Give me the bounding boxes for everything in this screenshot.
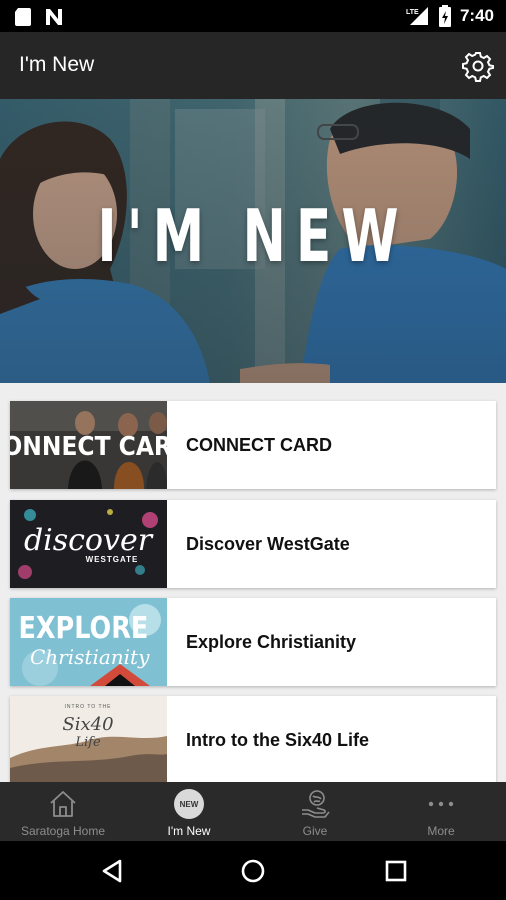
more-dots-icon — [428, 801, 454, 807]
connect-card-thumb-text: CONNECT CARD — [10, 431, 167, 461]
nav-item-more[interactable]: More — [378, 782, 504, 841]
home-circle-icon[interactable] — [237, 855, 269, 887]
discover-thumb-text: discover — [24, 523, 154, 558]
back-icon[interactable] — [96, 855, 128, 887]
nav-item-im-new[interactable]: NEW I'm New — [126, 782, 252, 841]
discover-thumbnail: discover WESTGATE — [10, 500, 167, 588]
list-item-label: Explore Christianity — [186, 632, 357, 652]
gear-icon[interactable] — [462, 50, 494, 82]
n-icon — [46, 9, 62, 25]
six40-thumbnail: INTRO TO THE Six40 Life — [10, 696, 167, 782]
list-item-intro-six40[interactable]: INTRO TO THE Six40 Life Intro to the Six… — [10, 696, 496, 782]
app-bar: I'm New — [0, 32, 506, 99]
status-left — [14, 7, 64, 27]
nav-label: Give — [302, 824, 328, 838]
list-item-connect-card[interactable]: CONNECT CARD CONNECT CARD — [10, 401, 496, 489]
list-item-label: Intro to the Six40 Life — [186, 730, 370, 750]
give-hand-icon — [302, 790, 330, 818]
discover-thumb-subtext: WESTGATE — [86, 555, 139, 564]
nav-label: Saratoga Home — [20, 824, 106, 838]
nav-item-saratoga-home[interactable]: Saratoga Home — [0, 782, 126, 841]
system-navigation-bar — [0, 841, 506, 900]
hero-banner: I'M NEW — [0, 99, 506, 383]
six40-thumb-text: Six40 — [62, 714, 113, 735]
lte-signal-icon: LTE — [406, 7, 428, 25]
list-item-label: CONNECT CARD — [186, 435, 332, 455]
six40-thumb-top: INTRO TO THE — [64, 704, 111, 710]
status-right: LTE 7:40 — [406, 5, 494, 27]
connect-card-thumbnail: CONNECT CARD — [10, 401, 167, 489]
explore-thumbnail: EXPLORE Christianity — [10, 598, 167, 686]
nav-label: More — [427, 824, 455, 838]
lte-label: LTE — [406, 9, 419, 16]
nav-label: I'm New — [167, 824, 211, 838]
list-item-discover-westgate[interactable]: discover WESTGATE Discover WestGate — [10, 500, 496, 588]
new-badge-icon: NEW — [174, 789, 204, 819]
status-bar: LTE 7:40 — [0, 0, 506, 32]
new-badge-text: NEW — [180, 800, 199, 809]
hero-title: I'M NEW — [97, 194, 409, 278]
six40-thumb-subtext: Life — [74, 735, 101, 750]
list-item-label: Discover WestGate — [186, 534, 350, 554]
sd-card-icon — [15, 8, 31, 26]
bottom-navigation: Saratoga Home NEW I'm New Give More — [0, 782, 506, 841]
page-title: I'm New — [19, 53, 95, 76]
battery-icon — [438, 5, 451, 27]
explore-thumb-subtext: Christianity — [30, 645, 150, 669]
clock: 7:40 — [459, 6, 494, 25]
content-list: CONNECT CARD CONNECT CARD discover WESTG… — [0, 383, 506, 782]
list-item-explore-christianity[interactable]: EXPLORE Christianity Explore Christianit… — [10, 598, 496, 686]
nav-item-give[interactable]: Give — [252, 782, 378, 841]
home-icon — [50, 791, 76, 817]
explore-thumb-text: EXPLORE — [19, 610, 149, 646]
recents-icon[interactable] — [380, 855, 412, 887]
